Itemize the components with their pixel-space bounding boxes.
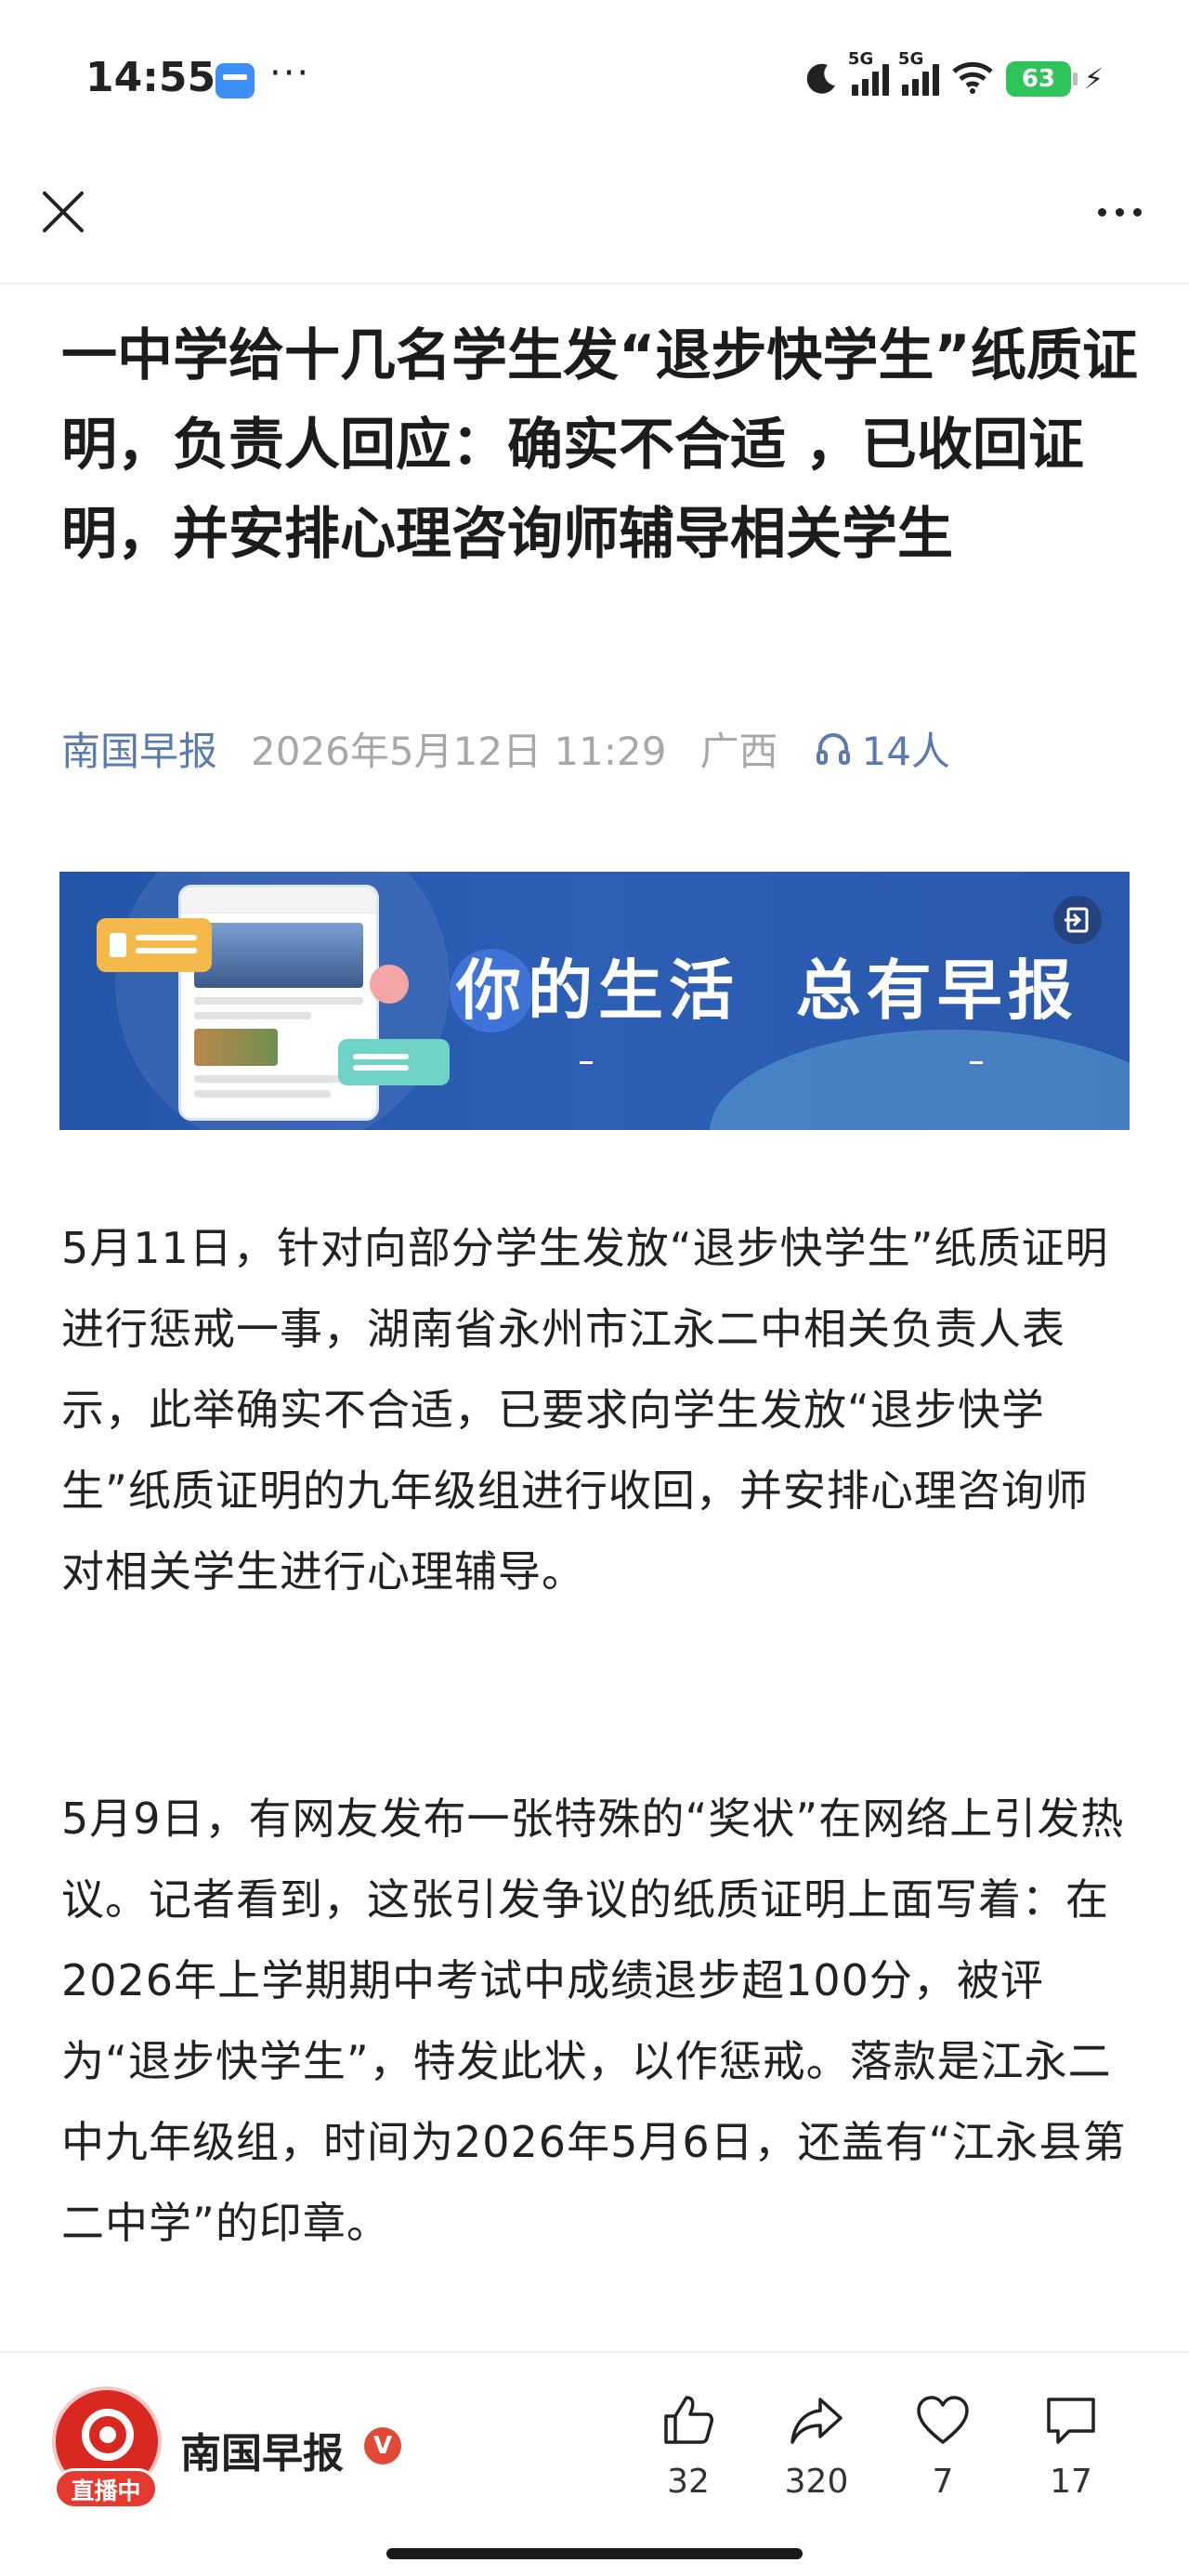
network-type-label-2: 5G xyxy=(897,49,924,69)
article-source[interactable]: 南国早报 xyxy=(61,720,217,777)
banner-subtitle xyxy=(580,1054,1026,1072)
promo-banner[interactable]: 你的生活 总有早报 xyxy=(59,872,1130,1130)
close-icon xyxy=(43,191,84,232)
article-region: 广西 xyxy=(699,728,778,774)
favorite-button[interactable]: 7 xyxy=(892,2390,994,2501)
network-type-label: 5G xyxy=(847,49,874,69)
banner-ball-decoration xyxy=(370,965,409,1004)
header-divider xyxy=(0,283,1189,284)
article-paragraph: 5月11日，针对向部分学生发放“退步快学生”纸质证明进行惩戒一事，湖南省永州市江… xyxy=(61,1223,1109,1597)
banner-card-decoration xyxy=(97,918,212,972)
charging-icon: ⚡ xyxy=(1083,62,1104,96)
more-notifications-icon: ··· xyxy=(269,52,311,95)
article-date: 2026年5月12日 11:29 xyxy=(251,728,667,774)
share-count: 320 xyxy=(784,2463,849,2501)
like-button[interactable]: 32 xyxy=(637,2390,739,2501)
heart-icon xyxy=(917,2396,969,2444)
battery-icon: 63 xyxy=(1005,61,1078,97)
banner-slogan-first-char: 你 xyxy=(450,949,533,1032)
status-time: 14:55 xyxy=(85,54,216,101)
share-icon xyxy=(790,2398,843,2444)
more-options-button[interactable] xyxy=(1087,186,1152,238)
home-indicator[interactable] xyxy=(386,2548,803,2559)
cell-signal-icon: 5G xyxy=(848,49,889,96)
like-count: 32 xyxy=(667,2463,710,2501)
article-title: 一中学给十几名学生发“退步快学生”纸质证明，负责人回应：确实不合适 ，已收回证明… xyxy=(61,323,1138,567)
more-icon-dot xyxy=(1115,207,1124,217)
status-bar: 14:55 ··· 5G 5G 63 ⚡ xyxy=(0,0,1189,158)
live-badge[interactable]: 直播中 xyxy=(54,2468,158,2509)
close-button[interactable] xyxy=(37,186,89,238)
thumbs-up-icon xyxy=(664,2396,713,2444)
do-not-disturb-icon xyxy=(804,61,839,97)
comment-count: 17 xyxy=(1050,2463,1092,2501)
verified-badge: V xyxy=(364,2427,401,2464)
article-meta: 南国早报 2026年5月12日 11:29 广西 14人 xyxy=(61,716,950,781)
comment-button[interactable]: 17 xyxy=(1020,2390,1122,2501)
share-button[interactable]: 320 xyxy=(765,2390,868,2501)
comment-icon xyxy=(1047,2398,1095,2444)
listener-count: 14人 xyxy=(861,728,950,774)
banner-exit-button[interactable] xyxy=(1053,896,1102,944)
headphones-icon xyxy=(817,733,851,765)
listen-button[interactable]: 14人 xyxy=(815,720,950,777)
banner-card-decoration xyxy=(338,1039,450,1085)
banner-decoration xyxy=(710,1030,1130,1130)
wifi-icon xyxy=(952,60,993,98)
favorite-count: 7 xyxy=(932,2463,954,2501)
article-paragraph: 5月9日，有网友发布一张特殊的“奖状”在网络上引发热议。记者看到，这张引发争议的… xyxy=(61,1794,1127,2248)
more-icon-dot xyxy=(1132,207,1142,217)
cell-signal-icon-2: 5G xyxy=(898,49,939,96)
more-icon xyxy=(1097,207,1106,217)
banner-slogan: 你的生活 总有早报 xyxy=(450,939,1078,1032)
notification-app-icon xyxy=(216,63,255,99)
banner-slogan-rest: 的生活 总有早报 xyxy=(528,953,1078,1029)
status-icons: 5G 5G 63 ⚡ xyxy=(804,49,1104,102)
author-name[interactable]: 南国早报 xyxy=(180,2420,344,2479)
exit-icon xyxy=(1065,907,1089,933)
bottom-action-bar: 直播中 南国早报 V 32 320 7 17 xyxy=(0,2351,1189,2576)
